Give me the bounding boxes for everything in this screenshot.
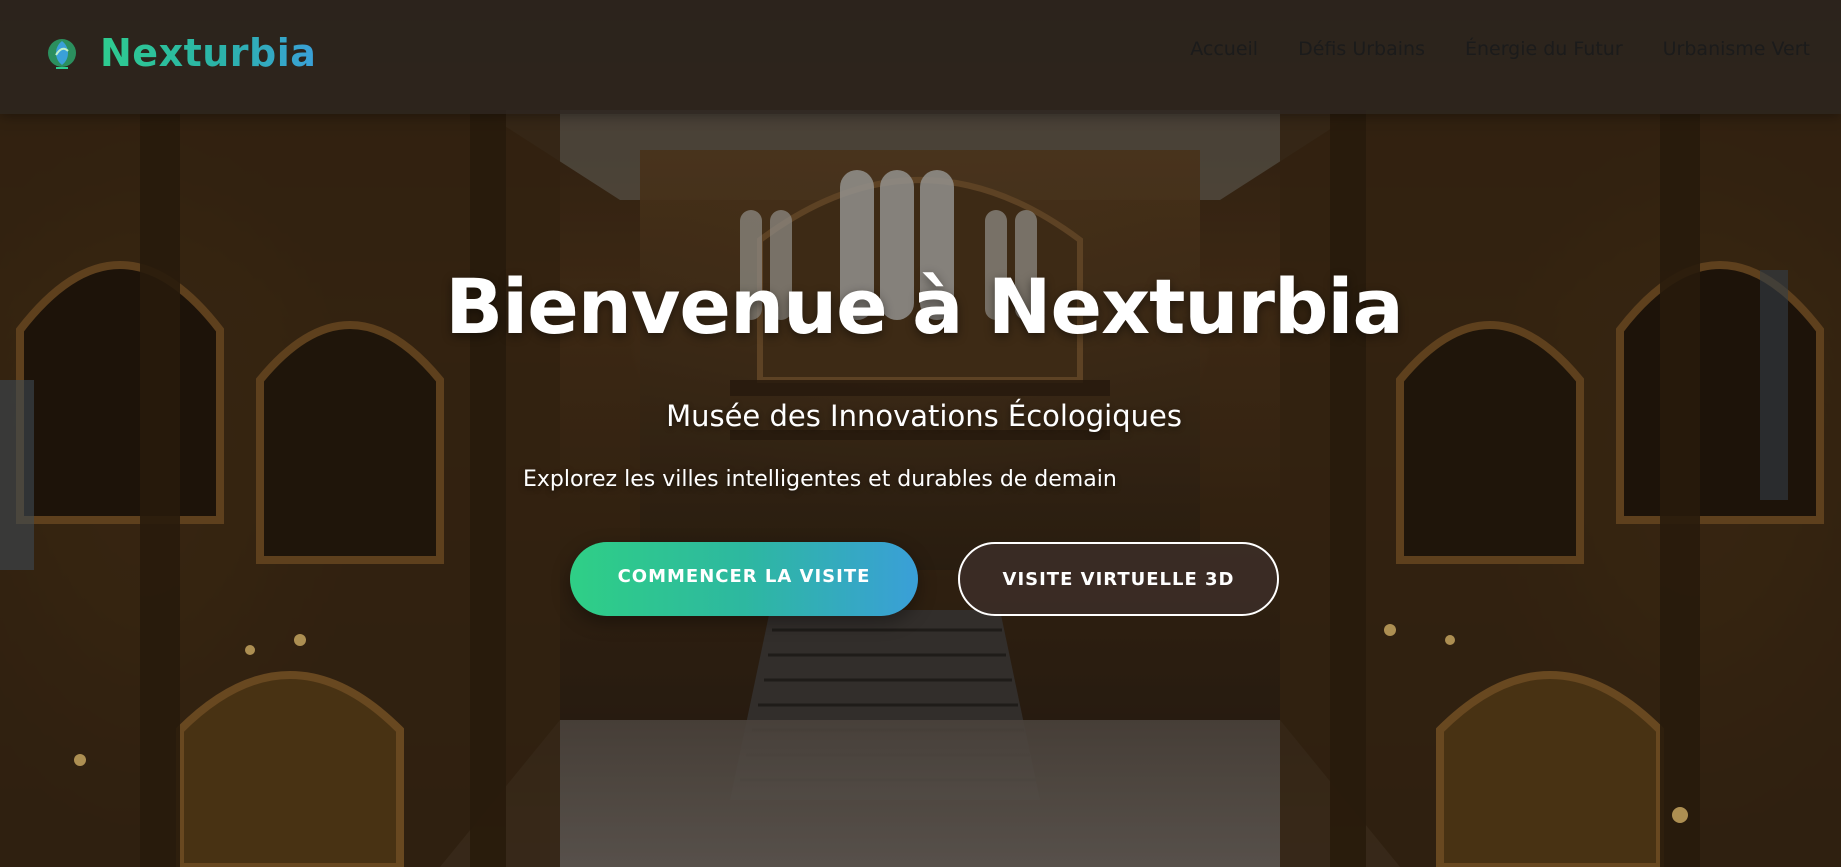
nav-link-urbanisme-vert[interactable]: Urbanisme Vert [1663, 38, 1810, 60]
nav-links: Accueil Défis Urbains Énergie du Futur U… [1190, 38, 1810, 60]
nav-link-defis-urbains[interactable]: Défis Urbains [1298, 38, 1425, 60]
virtual-tour-3d-button[interactable]: VISITE VIRTUELLE 3D [958, 542, 1279, 616]
hero-tagline: Explorez les villes intelligentes et dur… [523, 467, 1117, 492]
page: Nexturbia Accueil Défis Urbains Énergie … [0, 0, 1841, 867]
nav-link-accueil[interactable]: Accueil [1190, 38, 1258, 60]
brand-name: Nexturbia [100, 31, 317, 75]
brand[interactable]: Nexturbia [44, 28, 316, 78]
leaf-globe-icon [48, 39, 76, 69]
navbar: Nexturbia Accueil Défis Urbains Énergie … [0, 0, 1841, 114]
hero-subtitle: Musée des Innovations Écologiques [666, 399, 1182, 433]
hero-title: Bienvenue à Nexturbia [445, 262, 1404, 351]
start-visit-button[interactable]: COMMENCER LA VISITE [570, 542, 918, 616]
hero-section: Bienvenue à Nexturbia Musée des Innovati… [0, 0, 1841, 867]
nav-link-energie-du-futur[interactable]: Énergie du Futur [1465, 38, 1623, 60]
